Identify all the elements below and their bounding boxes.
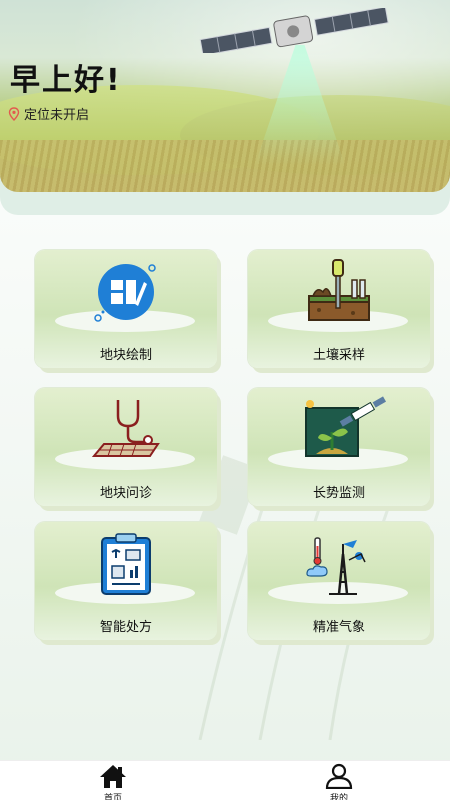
smart-prescription-icon [101,533,151,595]
feature-card-smart-prescription[interactable]: 智能处方 [35,522,217,640]
location-status[interactable]: 定位未开启 [8,104,89,123]
feature-label: 地块问诊 [99,486,152,501]
greeting-title: 早上好! [10,63,122,98]
feature-label: 地块绘制 [99,348,152,363]
plot-drawing-icon [94,264,156,322]
feature-label: 长势监测 [312,486,365,501]
bottom-tab-bar: 首页 我的 [0,760,450,800]
location-pin-icon [8,106,20,121]
user-icon [325,763,353,789]
feature-card-precision-weather[interactable]: 精准气象 [248,522,430,640]
home-icon [100,765,126,788]
feature-card-growth-monitoring[interactable]: 长势监测 [248,388,430,506]
location-status-text: 定位未开启 [24,108,90,123]
feature-label: 土壤采样 [312,348,365,363]
plot-diagnosis-icon [91,400,160,457]
precision-weather-icon [306,537,366,595]
tab-profile[interactable]: 我的 [309,763,369,800]
hero-banner: 早上好! 定位未开启 [0,0,450,215]
soil-sampling-icon [308,259,370,321]
feature-card-soil-sampling[interactable]: 土壤采样 [248,250,430,368]
feature-label: 精准气象 [312,620,365,635]
satellite-icon [199,8,389,53]
tab-label: 首页 [103,794,122,800]
tab-home[interactable]: 首页 [83,763,143,800]
tab-label: 我的 [329,794,348,800]
growth-monitoring-icon [305,396,387,457]
feature-label: 智能处方 [99,620,152,635]
feature-card-plot-diagnosis[interactable]: 地块问诊 [35,388,217,506]
feature-card-plot-drawing[interactable]: 地块绘制 [35,250,217,368]
